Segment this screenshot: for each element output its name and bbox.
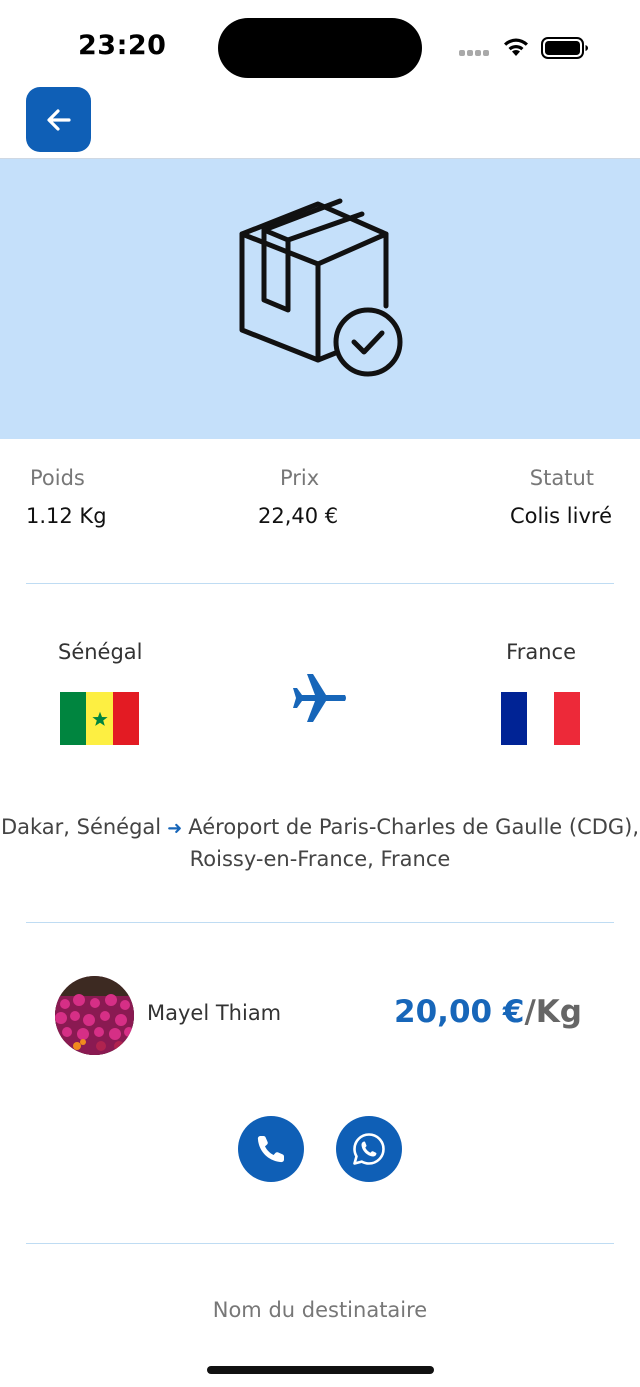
- france-flag-icon: [501, 692, 580, 745]
- arrow-left-icon: [46, 108, 71, 131]
- destination-address: Aéroport de Paris-Charles de Gaulle (CDG…: [188, 815, 640, 871]
- traveler-name: Mayel Thiam: [147, 1001, 282, 1025]
- status-value: Colis livré: [510, 504, 612, 528]
- price-per-kg-unit: /Kg: [524, 994, 582, 1030]
- dynamic-island: [218, 18, 422, 78]
- section-divider: [26, 583, 614, 584]
- section-divider: [26, 1243, 614, 1244]
- status-bar: 23:20: [0, 0, 640, 90]
- senegal-flag-icon: [60, 692, 139, 745]
- star-icon: [91, 711, 108, 726]
- back-button[interactable]: [26, 87, 91, 152]
- airplane-icon: [293, 674, 346, 722]
- parcel-stats: Poids 1.12 Kg Prix 22,40 € Statut Colis …: [0, 466, 640, 546]
- recipient-name-label: Nom du destinataire: [212, 1298, 428, 1322]
- package-delivered-icon: [239, 198, 403, 377]
- call-button[interactable]: [238, 1116, 304, 1182]
- avatar[interactable]: [55, 976, 134, 1055]
- status-label: Statut: [529, 466, 594, 490]
- battery-icon: [541, 37, 588, 59]
- price-per-kg: 20,00 €/Kg: [394, 994, 582, 1030]
- whatsapp-button[interactable]: [336, 1116, 402, 1182]
- price-per-kg-amount: 20,00 €: [394, 994, 525, 1030]
- weight-value: 1.12 Kg: [26, 504, 107, 528]
- destination-country: France: [506, 640, 576, 664]
- cellular-signal-icon: [459, 50, 491, 58]
- phone-icon: [257, 1136, 284, 1163]
- wifi-icon: [504, 38, 528, 56]
- arrow-right-icon: ➜: [167, 818, 183, 839]
- price-value: 22,40 €: [258, 504, 339, 528]
- origin-country: Sénégal: [58, 640, 143, 664]
- origin-address: Dakar, Sénégal: [0, 815, 162, 839]
- section-divider: [26, 922, 614, 923]
- weight-label: Poids: [30, 466, 85, 490]
- status-time: 23:20: [78, 30, 167, 61]
- avatar-photo: [55, 976, 134, 1055]
- price-label: Prix: [280, 466, 320, 490]
- home-indicator[interactable]: [207, 1366, 434, 1374]
- whatsapp-icon: [353, 1133, 385, 1165]
- trip-route: Dakar, Sénégal ➜ Aéroport de Paris-Charles…: [0, 812, 640, 874]
